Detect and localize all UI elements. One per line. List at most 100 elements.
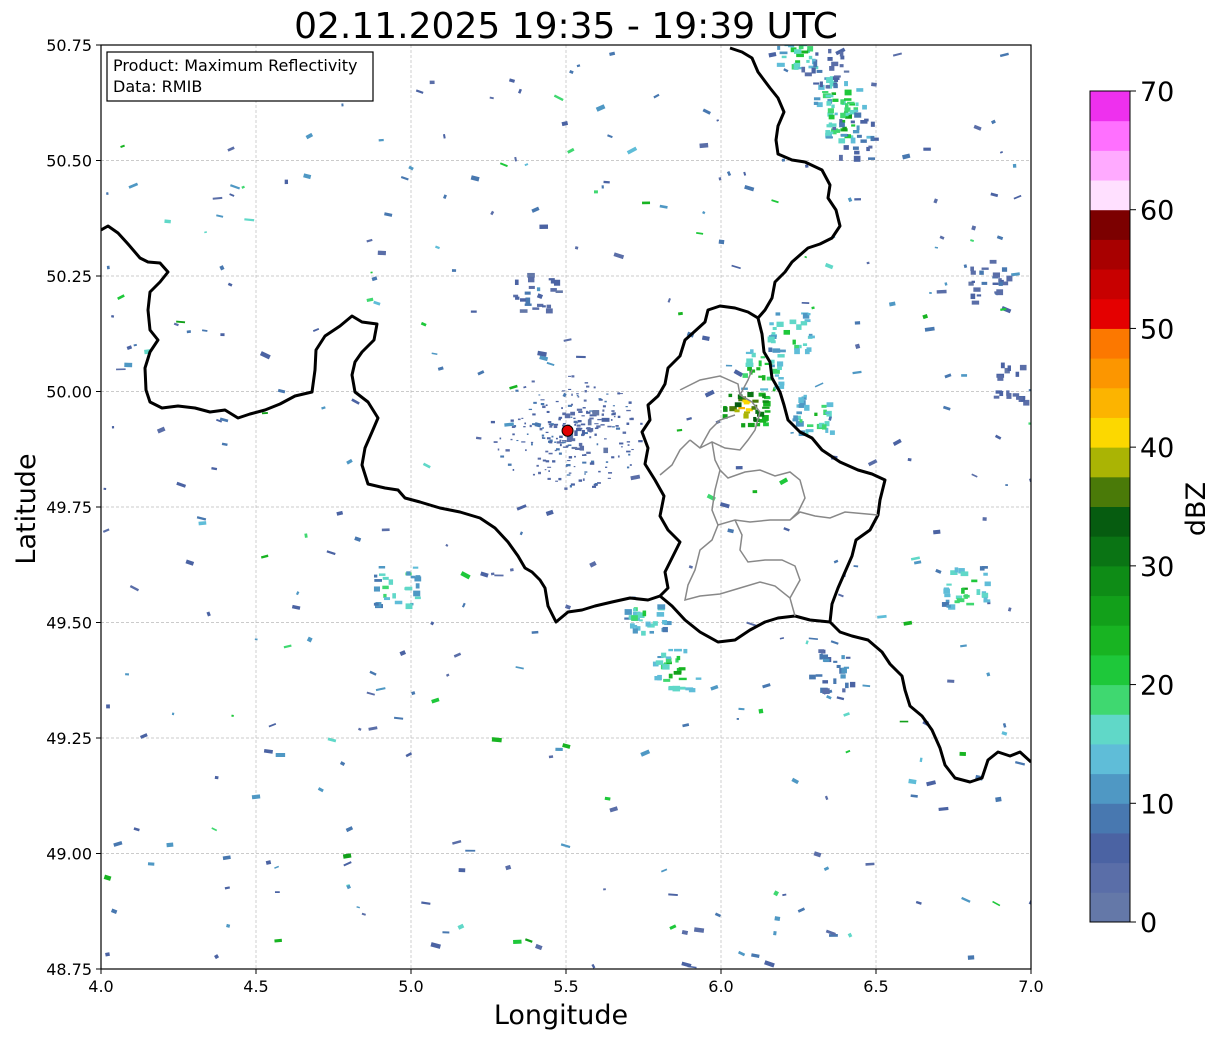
echo-cell bbox=[793, 49, 802, 54]
echo-cell bbox=[829, 430, 835, 435]
colorbar-swatch bbox=[1090, 654, 1130, 686]
echo-clutter bbox=[559, 439, 562, 442]
echo-cell bbox=[979, 566, 985, 571]
x-tick-label: 4.0 bbox=[88, 977, 113, 996]
echo-cell bbox=[851, 124, 856, 127]
echo-cell bbox=[1019, 364, 1027, 371]
echo-cell bbox=[742, 373, 748, 378]
colorbar-swatch bbox=[1090, 328, 1130, 359]
echo-cell bbox=[652, 621, 658, 626]
echo-cell bbox=[581, 429, 585, 436]
echo-cell bbox=[1006, 393, 1012, 399]
echo-cell bbox=[776, 62, 785, 67]
echo-cell bbox=[828, 48, 832, 54]
echo-cell bbox=[777, 361, 784, 367]
echo-clutter bbox=[596, 425, 601, 428]
echo-speckle bbox=[103, 487, 107, 490]
echo-cell bbox=[799, 419, 803, 423]
echo-speckle bbox=[774, 916, 781, 922]
x-tick-label: 5.0 bbox=[398, 977, 423, 996]
echo-clutter bbox=[569, 485, 572, 488]
y-tick-label: 49.50 bbox=[46, 614, 92, 633]
echo-cell bbox=[383, 597, 391, 601]
echo-speckle bbox=[111, 314, 115, 318]
colorbar: 0 10 20 30 40 50 60 70 dBZ bbox=[1089, 77, 1212, 939]
echo-cell bbox=[415, 583, 420, 589]
echo-cell bbox=[738, 406, 746, 410]
info-data-source: Data: RMIB bbox=[113, 77, 202, 96]
echo-cell bbox=[663, 678, 671, 682]
echo-cell bbox=[524, 291, 531, 295]
echo-clutter bbox=[510, 438, 513, 441]
y-tick-label: 49.00 bbox=[46, 845, 92, 864]
echo-clutter bbox=[573, 417, 576, 420]
echo-clutter bbox=[542, 459, 547, 462]
echo-cell bbox=[825, 411, 830, 415]
x-tick-label: 7.0 bbox=[1018, 977, 1043, 996]
x-tick-label: 5.5 bbox=[553, 977, 578, 996]
echo-cell bbox=[849, 681, 856, 688]
echo-speckle bbox=[214, 775, 219, 780]
echo-cell bbox=[771, 332, 776, 335]
colorbar-ticks: 0 10 20 30 40 50 60 70 bbox=[1130, 77, 1174, 939]
echo-clutter bbox=[576, 393, 579, 395]
echo-cell bbox=[843, 70, 850, 73]
echo-cell bbox=[808, 335, 815, 339]
echo-cell bbox=[807, 312, 811, 316]
echo-speckle bbox=[442, 931, 450, 934]
echo-clutter bbox=[537, 457, 542, 460]
echo-cell bbox=[392, 593, 396, 599]
echo-cell bbox=[678, 667, 686, 671]
colorbar-swatch bbox=[1090, 150, 1130, 181]
echo-clutter bbox=[529, 424, 532, 428]
echo-clutter bbox=[555, 480, 559, 482]
echo-clutter bbox=[626, 422, 630, 425]
colorbar-swatch bbox=[1090, 714, 1130, 745]
echo-clutter bbox=[604, 438, 607, 440]
echo-cell bbox=[793, 66, 799, 70]
echo-clutter bbox=[547, 466, 552, 468]
echo-cell bbox=[995, 390, 1003, 394]
echo-clutter bbox=[582, 461, 587, 464]
echo-cell bbox=[831, 61, 839, 67]
echo-clutter bbox=[602, 405, 606, 408]
echo-clutter bbox=[586, 385, 590, 388]
echo-cell bbox=[826, 77, 834, 84]
echo-cell bbox=[847, 101, 855, 104]
chart-title: 02.11.2025 19:35 - 19:39 UTC bbox=[294, 6, 838, 47]
echo-clutter bbox=[592, 485, 597, 488]
echo-clutter bbox=[611, 456, 615, 459]
echo-cell bbox=[984, 581, 991, 587]
echo-cell bbox=[983, 597, 988, 601]
echo-cell bbox=[971, 579, 978, 583]
echo-clutter bbox=[607, 425, 612, 428]
echo-cell bbox=[601, 417, 610, 422]
echo-cell bbox=[860, 139, 867, 143]
echo-cell bbox=[989, 259, 997, 264]
echo-clutter bbox=[594, 427, 599, 430]
echo-cell bbox=[734, 409, 740, 413]
echo-cell bbox=[763, 422, 769, 427]
echo-clutter bbox=[545, 404, 548, 407]
echo-speckle bbox=[752, 490, 758, 494]
echo-cell bbox=[834, 78, 839, 83]
echo-speckle bbox=[111, 426, 115, 429]
echo-cell bbox=[532, 307, 540, 310]
echo-clutter bbox=[607, 477, 611, 479]
echo-clutter bbox=[594, 433, 597, 436]
echo-clutter bbox=[586, 451, 591, 454]
echo-cell bbox=[831, 92, 837, 96]
colorbar-swatch bbox=[1090, 476, 1130, 507]
echo-cell bbox=[373, 574, 378, 578]
echo-cell bbox=[566, 436, 572, 442]
echo-cell bbox=[827, 56, 833, 61]
echo-clutter bbox=[629, 464, 632, 466]
echo-clutter bbox=[611, 410, 615, 412]
echo-cell bbox=[850, 120, 855, 124]
echo-speckle bbox=[106, 192, 109, 196]
echo-clutter bbox=[584, 390, 587, 393]
echo-clutter bbox=[589, 417, 594, 420]
echo-cell bbox=[571, 446, 578, 450]
echo-speckle bbox=[718, 239, 725, 245]
echo-cell bbox=[870, 136, 875, 142]
